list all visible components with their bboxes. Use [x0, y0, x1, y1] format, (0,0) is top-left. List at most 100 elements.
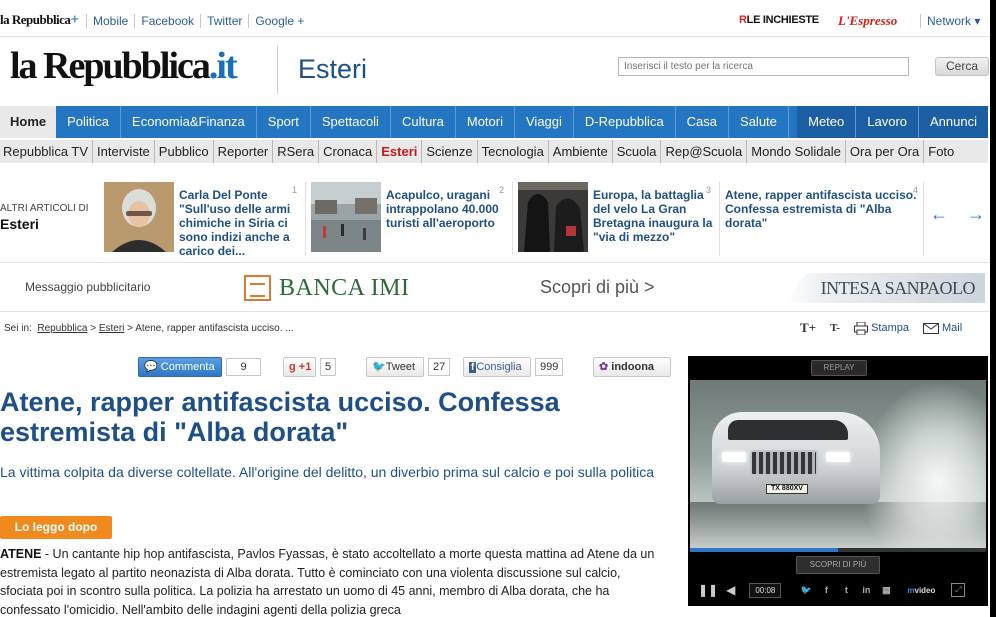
espresso-link[interactable]: L'Espresso — [838, 13, 897, 29]
subnav-foto[interactable]: Foto — [924, 140, 958, 163]
subnav-scienze[interactable]: Scienze — [422, 140, 478, 163]
nav-d-repubblica[interactable]: D-Repubblica — [574, 106, 676, 138]
banca-imi-logo: BANCA IMI — [279, 275, 410, 301]
subnav-rsera[interactable]: RSera — [273, 140, 320, 163]
other-article-4[interactable]: Atene, rapper antifascista ucciso. Confe… — [725, 182, 921, 254]
indoona-button[interactable]: ✿ indoona — [593, 357, 671, 377]
other-article-1[interactable]: Carla Del Ponte "Sull'uso delle armi chi… — [104, 182, 300, 258]
prev-arrow-icon[interactable]: ← — [930, 204, 948, 225]
nav-salute[interactable]: Salute — [729, 106, 789, 138]
tumblr-icon[interactable]: t — [839, 583, 853, 597]
search-input[interactable] — [618, 57, 909, 76]
nav-lavoro[interactable]: Lavoro — [856, 106, 920, 138]
fullscreen-icon[interactable]: ⤢ — [951, 583, 966, 597]
other-article-4-title: Atene, rapper antifascista ucciso. Confe… — [725, 188, 917, 230]
repubblica-plus-logo[interactable]: la Repubblica+ — [0, 12, 79, 29]
nav-cultura[interactable]: Cultura — [391, 106, 456, 138]
text-smaller-icon[interactable]: T- — [830, 322, 840, 334]
subnav-mondo-solidale[interactable]: Mondo Solidale — [747, 140, 846, 163]
car-windshield — [728, 420, 848, 440]
other-article-1-title: Carla Del Ponte "Sull'uso delle armi chi… — [179, 188, 291, 258]
mail-button[interactable]: Mail — [923, 322, 962, 334]
other-article-2[interactable]: Acapulco, uragani intrappolano 40.000 tu… — [311, 182, 507, 254]
search-button[interactable]: Cerca — [935, 57, 989, 76]
window-edge — [990, 0, 996, 617]
text-bigger-icon[interactable]: T+ — [800, 320, 816, 336]
article-divider — [512, 182, 513, 256]
article-dateline: ATENE — [0, 547, 42, 561]
volume-icon[interactable]: ◀ — [726, 583, 735, 597]
veil-photo — [518, 182, 588, 252]
video-progress-fill — [690, 548, 838, 552]
subnav-ora-per-ora[interactable]: Ora per Ora — [846, 140, 925, 163]
indoona-icon: ✿ — [599, 361, 609, 373]
video-frame[interactable]: TX 880XV — [690, 380, 986, 548]
top-links: Mobile Facebook Twitter Google + — [86, 14, 311, 28]
nav-motori[interactable]: Motori — [456, 106, 515, 138]
nav-politica[interactable]: Politica — [56, 106, 122, 138]
nav-viaggi[interactable]: Viaggi — [515, 106, 574, 138]
repubblica-logo[interactable]: la Repubblica.it — [10, 44, 238, 88]
subnav-cronaca[interactable]: Cronaca — [319, 140, 378, 163]
nav-economia[interactable]: Economia&Finanza — [121, 106, 257, 138]
sub-nav: Repubblica TV Interviste Pubblico Report… — [0, 140, 988, 163]
video-scopri-button[interactable]: SCOPRI DI PIÙ — [796, 556, 880, 574]
link-mobile[interactable]: Mobile — [86, 14, 135, 28]
pause-icon[interactable]: ❚❚ — [698, 583, 718, 597]
nav-home[interactable]: Home — [0, 106, 57, 138]
breadcrumb-repubblica[interactable]: Repubblica — [37, 323, 87, 334]
ad-banner[interactable]: Messaggio pubblicitario BANCA IMI Scopri… — [0, 262, 996, 312]
nav-spettacoli[interactable]: Spettacoli — [311, 106, 391, 138]
subnav-scuola[interactable]: Scuola — [613, 140, 662, 163]
commenta-button[interactable]: 💬 Commenta — [138, 357, 222, 377]
car-grill — [750, 450, 818, 476]
subnav-reporter[interactable]: Reporter — [214, 140, 274, 163]
other-article-1-number: 1 — [292, 185, 298, 195]
video-progress-bar[interactable] — [690, 548, 986, 552]
subnav-repubblica-tv[interactable]: Repubblica TV — [0, 140, 94, 163]
link-twitter[interactable]: Twitter — [200, 14, 249, 28]
other-article-3[interactable]: Europa, la battaglia del velo La Gran Br… — [518, 182, 714, 254]
link-facebook[interactable]: Facebook — [134, 14, 201, 28]
subnav-ambiente[interactable]: Ambiente — [549, 140, 613, 163]
other-articles-label: ALTRI ARTICOLI DI — [0, 203, 89, 214]
printer-icon — [854, 321, 869, 335]
subnav-esteri[interactable]: Esteri — [377, 140, 423, 163]
banca-imi-logo-icon — [244, 275, 271, 301]
ad-scopri-link[interactable]: Scopri di più > — [540, 277, 655, 298]
speech-bubble-icon: 💬 — [144, 361, 158, 373]
link-google-plus[interactable]: Google + — [248, 14, 311, 28]
acapulco-flood-photo — [311, 182, 381, 252]
facebook-like-button[interactable]: f Consiglia — [463, 357, 531, 377]
rinchieste-link[interactable]: RLE INCHIESTE — [739, 14, 819, 26]
nav-meteo[interactable]: Meteo — [797, 106, 857, 138]
google-plus-button[interactable]: g +1 — [283, 357, 316, 377]
other-articles: ALTRI ARTICOLI DI Esteri Carla Del Ponte… — [0, 178, 996, 258]
subnav-rep-scuola[interactable]: Rep@Scuola — [661, 140, 748, 163]
print-button[interactable]: Stampa — [854, 321, 909, 335]
other-article-2-title: Acapulco, uragani intrappolano 40.000 tu… — [386, 188, 499, 230]
section-title[interactable]: Esteri — [298, 54, 367, 85]
linkedin-icon[interactable]: in — [859, 583, 873, 597]
facebook-icon[interactable]: f — [819, 583, 833, 597]
car-headlight — [722, 452, 746, 462]
nav-sport[interactable]: Sport — [257, 106, 311, 138]
subnav-interviste[interactable]: Interviste — [93, 140, 155, 163]
commenta-count: 9 — [226, 358, 261, 376]
breadcrumb-esteri[interactable]: Esteri — [99, 323, 125, 334]
nav-casa[interactable]: Casa — [676, 106, 730, 138]
subnav-tecnologia[interactable]: Tecnologia — [478, 140, 549, 163]
grid-icon[interactable]: ▦ — [879, 583, 893, 597]
network-dropdown[interactable]: Network ▾ — [920, 14, 980, 28]
next-arrow-icon[interactable]: → — [967, 204, 985, 225]
twitter-icon[interactable]: 🐦 — [799, 583, 813, 597]
tweet-button[interactable]: 🐦Tweet — [366, 357, 424, 377]
read-later-button[interactable]: Lo leggo dopo — [0, 516, 112, 539]
video-player[interactable]: REPLAY TX 880XV SCOPRI DI PIÙ ❚❚ ◀ 00:08… — [688, 356, 988, 606]
subnav-pubblico[interactable]: Pubblico — [155, 140, 214, 163]
replay-button[interactable]: REPLAY — [811, 360, 867, 376]
breadcrumb: Sei in: Repubblica > Esteri > Atene, rap… — [4, 323, 294, 334]
envelope-icon — [923, 322, 940, 334]
nav-annunci[interactable]: Annunci — [919, 106, 988, 138]
